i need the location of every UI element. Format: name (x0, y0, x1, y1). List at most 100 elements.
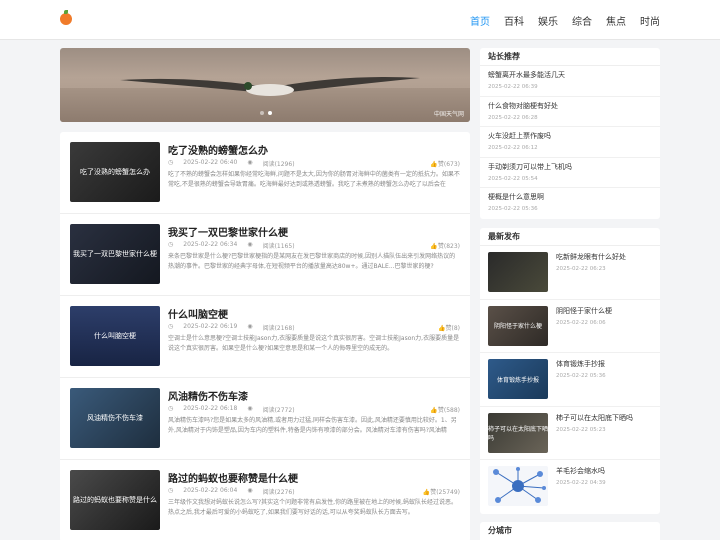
latest-item-title[interactable]: 吃新鲜龙眼有什么好处 (556, 252, 626, 262)
nav-entertainment[interactable]: 娱乐 (538, 13, 558, 28)
article-title[interactable]: 吃了没熟的螃蟹怎么办 (168, 142, 268, 157)
banner-watermark: 中国天气网 (433, 111, 464, 118)
article-date: 2025-02-22 06:34 (183, 241, 238, 248)
like-count: 赞(588) (437, 407, 460, 414)
thumbnail-caption: 阴阳怪于家什么梗 (493, 323, 542, 330)
thumbnail-caption: 我买了一双巴黎世家什么梗 (73, 249, 157, 258)
rec-item[interactable]: 手动剃须刀可以带上飞机吗 2025-02-22 05:54 (480, 158, 660, 188)
article-likes[interactable]: 👍赞(673) (430, 159, 460, 168)
banner-dot[interactable] (260, 111, 264, 115)
like-count: 赞(25749) (430, 489, 460, 496)
article-thumbnail[interactable]: 路过的蚂蚁也要称赞是什么 (70, 470, 160, 530)
article-title[interactable]: 风油精伤不伤车漆 (168, 388, 248, 403)
article-title[interactable]: 什么叫脑空梗 (168, 306, 228, 321)
latest-thumbnail[interactable]: 柿子可以在太阳底下晒吗 (488, 412, 548, 453)
rec-item-title[interactable]: 火车没赶上票作废吗 (488, 131, 652, 141)
latest-thumbnail[interactable] (488, 252, 548, 292)
rec-item-title[interactable]: 什么食物对脑梗有好处 (488, 101, 652, 111)
article-title[interactable]: 路过的蚂蚁也要称赞是什么梗 (168, 470, 298, 485)
rec-item-date: 2025-02-22 06:12 (488, 145, 538, 151)
nav-fashion[interactable]: 时尚 (640, 13, 660, 28)
thumbnail-caption: 路过的蚂蚁也要称赞是什么 (73, 495, 157, 504)
thumb-up-icon: 👍 (430, 407, 438, 414)
rec-item[interactable]: 火车没赶上票作废吗 2025-02-22 06:12 (480, 127, 660, 158)
article-thumbnail[interactable]: 吃了没熟的螃蟹怎么办 (70, 142, 160, 202)
article-date: 2025-02-22 06:04 (183, 487, 238, 494)
banner-dot-active[interactable] (268, 111, 272, 115)
nav-home[interactable]: 首页 (470, 13, 490, 28)
latest-item-date: 2025-02-22 05:36 (556, 373, 606, 379)
rec-item-date: 2025-02-22 06:39 (488, 84, 538, 90)
article-summary: 空调士是什么意思梗?空调士技能Jason力,衣服要质量是说这个真实很厉害。空调士… (168, 335, 460, 352)
article-likes[interactable]: 👍赞(823) (430, 241, 460, 250)
article-views: 阅读(1296) (262, 161, 295, 168)
article-meta: ◷ 2025-02-22 06:19 ◉ 阅读(2168) 👍赞(8) (168, 323, 460, 332)
nav-baike[interactable]: 百科 (504, 13, 524, 28)
article-thumbnail[interactable]: 我买了一双巴黎世家什么梗 (70, 224, 160, 284)
clock-icon: ◷ (168, 159, 174, 166)
latest-item[interactable]: 柿子可以在太阳底下晒吗 柿子可以在太阳底下晒吗 2025-02-22 05:23 (480, 407, 660, 460)
latest-thumbnail[interactable]: 体育锻炼手抄报 (488, 359, 548, 399)
latest-item[interactable]: 吃新鲜龙眼有什么好处 2025-02-22 06:23 (480, 246, 660, 300)
article-views: 阅读(2276) (262, 489, 295, 496)
clock-icon: ◷ (168, 241, 174, 248)
thumb-up-icon: 👍 (438, 325, 446, 332)
banner-slider[interactable]: 中国天气网 (60, 48, 470, 122)
clock-icon: ◷ (168, 323, 174, 330)
bird-image (120, 77, 420, 96)
rec-item[interactable]: 螃蟹离开水最多能活几天 2025-02-22 06:39 (480, 66, 660, 97)
thumbnail-caption: 吃了没熟的螃蟹怎么办 (80, 167, 150, 176)
eye-icon: ◉ (247, 405, 253, 412)
article-views: 阅读(1165) (262, 243, 295, 250)
article-thumbnail[interactable]: 什么叫脑空梗 (70, 306, 160, 366)
like-count: 赞(8) (445, 325, 461, 332)
article-likes[interactable]: 👍赞(25749) (423, 487, 460, 496)
latest-item-title[interactable]: 体育锻炼手抄报 (556, 359, 605, 369)
thumb-up-icon: 👍 (430, 161, 438, 168)
sidebar-heading: 分城市 (488, 526, 512, 535)
rec-item[interactable]: 什么食物对脑梗有好处 2025-02-22 06:28 (480, 97, 660, 127)
latest-thumbnail[interactable] (488, 466, 548, 506)
article-summary: 吃了不熟的螃蟹会怎样如果你经常吃海鲜,问题不是太大,因为你的肠胃对海鲜中的菌类有… (168, 171, 460, 188)
rec-item-title[interactable]: 手动剃须刀可以带上飞机吗 (488, 162, 652, 172)
thumbnail-caption: 柿子可以在太阳底下晒吗 (488, 425, 548, 442)
article-item[interactable]: 路过的蚂蚁也要称赞是什么 路过的蚂蚁也要称赞是什么梗 ◷ 2025-02-22 0… (60, 460, 470, 540)
latest-item-title[interactable]: 柿子可以在太阳底下晒吗 (556, 413, 633, 423)
latest-item-title[interactable]: 羊毛衫会缩水吗 (556, 466, 605, 476)
article-thumbnail[interactable]: 风油精伤不伤车漆 (70, 388, 160, 448)
article-meta: ◷ 2025-02-22 06:40 ◉ 阅读(1296) 👍赞(673) (168, 159, 460, 168)
latest-item[interactable]: 体育锻炼手抄报 体育锻炼手抄报 2025-02-22 05:36 (480, 353, 660, 407)
article-item[interactable]: 我买了一双巴黎世家什么梗 我买了一双巴黎世家什么梗 ◷ 2025-02-22 06… (60, 214, 470, 296)
latest-item-date: 2025-02-22 06:23 (556, 266, 606, 272)
article-views: 阅读(2168) (262, 325, 295, 332)
article-title[interactable]: 我买了一双巴黎世家什么梗 (168, 224, 288, 239)
article-item[interactable]: 吃了没熟的螃蟹怎么办 吃了没熟的螃蟹怎么办 ◷ 2025-02-22 06:40 … (60, 132, 470, 214)
like-count: 赞(673) (437, 161, 460, 168)
latest-item[interactable]: 羊毛衫会缩水吗 2025-02-22 04:39 (480, 460, 660, 514)
article-date: 2025-02-22 06:40 (183, 159, 238, 166)
article-summary: 风油精伤车漆吗?您是如果太多的风油精,或者用力过猛,同样会伤害车漆。因此,风油精… (168, 417, 457, 434)
site-header: 首页 百科 娱乐 综合 焦点 时尚 (0, 0, 720, 40)
rec-item-title[interactable]: 螃蟹离开水最多能活几天 (488, 70, 652, 80)
sidebar-heading: 最新发布 (480, 228, 660, 246)
latest-item[interactable]: 阴阳怪于家什么梗 阴阳怪于家什么梗 2025-02-22 06:06 (480, 300, 660, 353)
article-date: 2025-02-22 06:18 (183, 405, 238, 412)
nav-focus[interactable]: 焦点 (606, 13, 626, 28)
site-logo-icon[interactable] (60, 10, 72, 25)
sidebar-latest: 最新发布 吃新鲜龙眼有什么好处 2025-02-22 06:23 阴阳怪于家什么… (480, 228, 660, 514)
article-item[interactable]: 什么叫脑空梗 什么叫脑空梗 ◷ 2025-02-22 06:19 ◉ 阅读(2168… (60, 296, 470, 378)
clock-icon: ◷ (168, 487, 174, 494)
article-item[interactable]: 风油精伤不伤车漆 风油精伤不伤车漆 ◷ 2025-02-22 06:18 ◉ 阅读(… (60, 378, 470, 460)
nav-general[interactable]: 综合 (572, 13, 592, 28)
article-likes[interactable]: 👍赞(588) (430, 405, 460, 414)
article-list: 吃了没熟的螃蟹怎么办 吃了没熟的螃蟹怎么办 ◷ 2025-02-22 06:40 … (60, 132, 470, 540)
latest-thumbnail[interactable]: 阴阳怪于家什么梗 (488, 305, 548, 346)
thumb-up-icon: 👍 (430, 243, 438, 250)
article-views: 阅读(2772) (262, 407, 295, 414)
latest-item-title[interactable]: 阴阳怪于家什么梗 (556, 306, 612, 316)
network-diagram-image (493, 467, 546, 503)
rec-item-title[interactable]: 梗概是什么意思啊 (488, 192, 652, 202)
rec-item[interactable]: 梗概是什么意思啊 2025-02-22 05:36 (480, 188, 660, 219)
article-likes[interactable]: 👍赞(8) (438, 323, 460, 332)
sidebar-recommended: 站长推荐 螃蟹离开水最多能活几天 2025-02-22 06:39 什么食物对脑梗… (480, 48, 660, 219)
